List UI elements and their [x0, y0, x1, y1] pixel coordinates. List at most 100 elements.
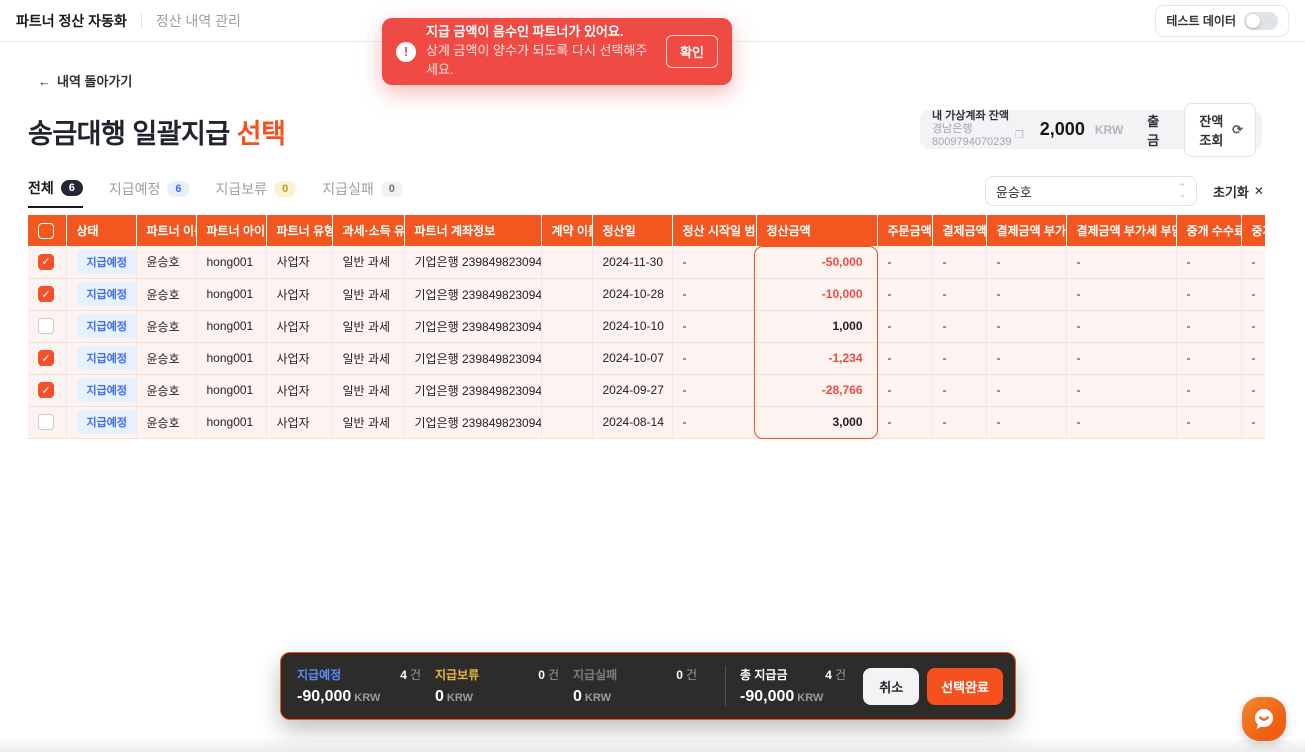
- row-payment-amount: -: [932, 278, 986, 310]
- row-order-amount: -: [877, 406, 932, 438]
- row-payment-amount: -: [932, 342, 986, 374]
- header-partner-name: 파트너 이름: [136, 215, 196, 246]
- select-all-checkbox[interactable]: [38, 223, 54, 239]
- tab-held-count-badge: 0: [274, 181, 296, 197]
- row-payment-amount: -: [932, 310, 986, 342]
- summary-failed-label: 지급실패: [573, 666, 617, 683]
- tab-all[interactable]: 전체 6: [28, 178, 83, 208]
- status-filter-tabs: 전체 6 지급예정 6 지급보류 0 지급실패 0: [28, 178, 403, 208]
- status-badge: 지급예정: [77, 346, 137, 370]
- row-partner-type: 사업자: [266, 246, 332, 278]
- row-tax-type: 일반 과세: [332, 310, 404, 342]
- row-settlement-amount: 1,000: [756, 310, 877, 342]
- row-payment-vat: -: [986, 406, 1066, 438]
- chat-support-button[interactable]: [1242, 697, 1286, 741]
- row-partner-id: hong001: [196, 406, 266, 438]
- row-checkbox[interactable]: [38, 286, 54, 302]
- header-settlement-date: 정산일: [592, 215, 672, 246]
- row-start-range: -: [672, 342, 756, 374]
- row-contract-name: [541, 374, 592, 406]
- summary-planned-label: 지급예정: [297, 666, 341, 683]
- tab-all-count-badge: 6: [61, 180, 83, 196]
- balance-currency: KRW: [1095, 123, 1123, 137]
- table-row[interactable]: 지급예정 윤승호 hong001 사업자 일반 과세 기업은행 23984982…: [28, 246, 1265, 278]
- tab-payment-planned[interactable]: 지급예정 6: [109, 179, 190, 207]
- row-tax-type: 일반 과세: [332, 278, 404, 310]
- row-start-range: -: [672, 310, 756, 342]
- table-row[interactable]: 지급예정 윤승호 hong001 사업자 일반 과세 기업은행 23984982…: [28, 374, 1265, 406]
- balance-account: 경남은행 8009794070239 ❐: [932, 123, 1024, 149]
- row-order-amount: -: [877, 278, 932, 310]
- partner-select-value: 윤승호: [996, 182, 1032, 201]
- nav-item-settlement-history[interactable]: 정산 내역 관리: [156, 11, 241, 31]
- row-checkbox-cell: [28, 278, 66, 310]
- copy-icon[interactable]: ❐: [1015, 130, 1024, 142]
- selection-summary-bar: 지급예정 4건 -90,000KRW 지급보류 0건 0KRW 지급실패 0건 …: [280, 652, 1016, 720]
- toast-subtitle: 상계 금액이 양수가 되도록 다시 선택해주세요.: [426, 42, 656, 80]
- toast-confirm-button[interactable]: 확인: [666, 35, 718, 68]
- summary-divider: [725, 666, 726, 706]
- withdraw-button[interactable]: 출금: [1147, 111, 1163, 149]
- settlement-table: 상태 파트너 이름 파트너 아이디 파트너 유형 과세·소득 유형 파트너 계좌…: [28, 215, 1265, 439]
- row-start-range: -: [672, 246, 756, 278]
- row-contract-name: [541, 278, 592, 310]
- row-brokerage-clipped: -: [1241, 310, 1265, 342]
- row-brokerage-fee: -: [1176, 406, 1241, 438]
- summary-total-label: 총 지급금: [740, 666, 788, 683]
- status-badge: 지급예정: [77, 314, 137, 338]
- row-settlement-date: 2024-08-14: [592, 406, 672, 438]
- back-to-history-link[interactable]: ←내역 돌아가기: [38, 71, 132, 90]
- row-contract-name: [541, 246, 592, 278]
- tab-failed-count-badge: 0: [381, 181, 403, 197]
- summary-actions: 취소 선택완료: [863, 668, 1003, 705]
- summary-planned-amount: -90,000KRW: [297, 688, 435, 706]
- row-payment-amount: -: [932, 406, 986, 438]
- partner-select[interactable]: 윤승호 ⌃⌄: [985, 176, 1197, 206]
- row-brokerage-fee: -: [1176, 374, 1241, 406]
- row-settlement-amount: -10,000: [756, 278, 877, 310]
- row-payment-amount: -: [932, 374, 986, 406]
- row-partner-id: hong001: [196, 246, 266, 278]
- balance-account-number: 경남은행 8009794070239: [932, 123, 1012, 149]
- tab-payment-failed[interactable]: 지급실패 0: [322, 179, 403, 207]
- toast-texts: 지급 금액이 음수인 파트너가 있어요. 상계 금액이 양수가 되도록 다시 선…: [426, 23, 656, 80]
- tab-all-label: 전체: [28, 178, 54, 198]
- status-badge: 지급예정: [77, 410, 137, 434]
- row-account-info: 기업은행 2398498230948: [404, 278, 541, 310]
- row-order-amount: -: [877, 374, 932, 406]
- row-brokerage-clipped: -: [1241, 278, 1265, 310]
- table-row[interactable]: 지급예정 윤승호 hong001 사업자 일반 과세 기업은행 23984982…: [28, 310, 1265, 342]
- row-settlement-date: 2024-11-30: [592, 246, 672, 278]
- row-checkbox[interactable]: [38, 382, 54, 398]
- refresh-balance-button[interactable]: 잔액 조회 ⟳: [1184, 103, 1256, 157]
- table-row[interactable]: 지급예정 윤승호 hong001 사업자 일반 과세 기업은행 23984982…: [28, 278, 1265, 310]
- header-brokerage-fee: 중개 수수료: [1176, 215, 1241, 246]
- row-payment-vat-burden: -: [1066, 374, 1176, 406]
- row-checkbox[interactable]: [38, 254, 54, 270]
- close-icon: ✕: [1254, 184, 1264, 198]
- summary-held-amount: 0KRW: [435, 688, 573, 706]
- row-checkbox[interactable]: [38, 414, 54, 430]
- row-start-range: -: [672, 406, 756, 438]
- chat-bubble-icon: [1250, 705, 1278, 733]
- row-checkbox[interactable]: [38, 318, 54, 334]
- row-checkbox[interactable]: [38, 350, 54, 366]
- header-settlement-amount: 정산금액: [756, 215, 877, 246]
- header-brokerage-clipped: 중개: [1241, 215, 1265, 246]
- summary-group-planned: 지급예정 4건 -90,000KRW: [297, 666, 435, 706]
- complete-selection-button[interactable]: 선택완료: [927, 668, 1003, 705]
- table-row[interactable]: 지급예정 윤승호 hong001 사업자 일반 과세 기업은행 23984982…: [28, 406, 1265, 438]
- row-start-range: -: [672, 374, 756, 406]
- reset-filter-button[interactable]: 초기화 ✕: [1213, 182, 1264, 201]
- app-title: 파트너 정산 자동화: [16, 11, 127, 31]
- row-contract-name: [541, 342, 592, 374]
- cancel-button[interactable]: 취소: [863, 668, 919, 705]
- summary-held-count: 0건: [538, 666, 573, 683]
- tab-payment-held[interactable]: 지급보류 0: [216, 179, 297, 207]
- row-account-info: 기업은행 2398498230948: [404, 342, 541, 374]
- error-toast: ! 지급 금액이 음수인 파트너가 있어요. 상계 금액이 양수가 되도록 다시…: [382, 18, 732, 85]
- test-data-toggle[interactable]: [1244, 12, 1278, 30]
- table-row[interactable]: 지급예정 윤승호 hong001 사업자 일반 과세 기업은행 23984982…: [28, 342, 1265, 374]
- page-title-main: 송금대행 일괄지급: [28, 119, 237, 149]
- row-partner-type: 사업자: [266, 406, 332, 438]
